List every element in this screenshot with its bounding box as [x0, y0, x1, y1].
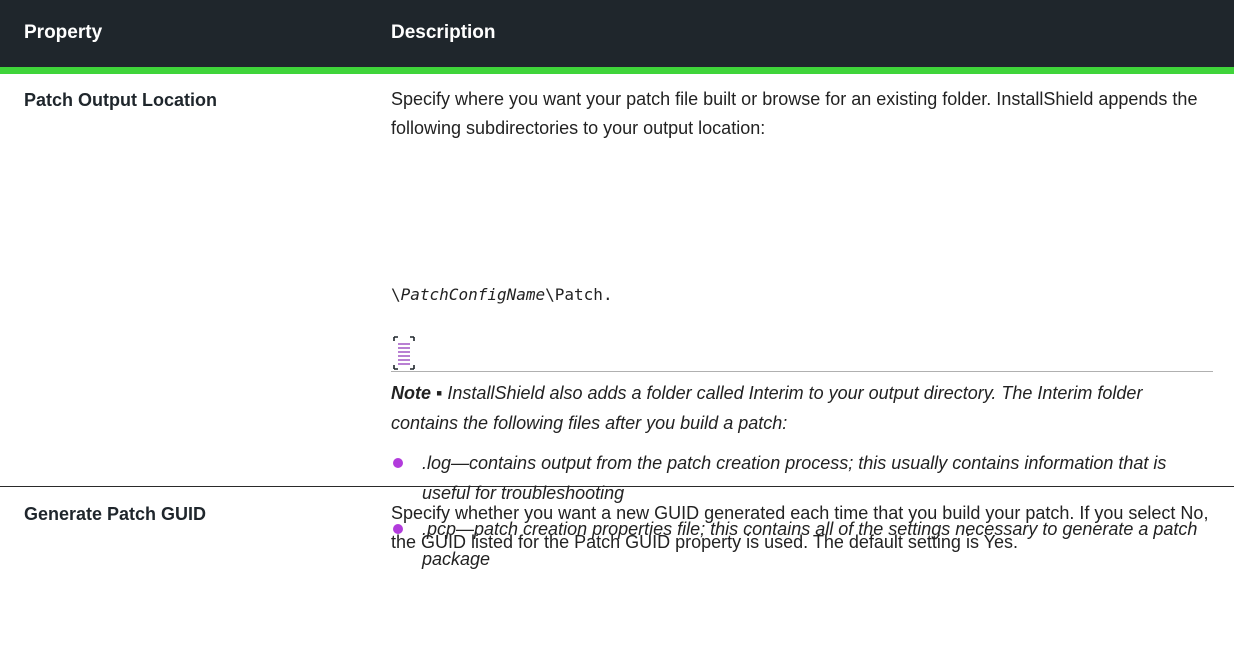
property-description: Specify whether you want a new GUID gene… [391, 503, 1209, 552]
output-path: \PatchConfigName\Patch. [391, 285, 613, 304]
bullet-icon [393, 458, 403, 468]
note-separator: ▪ [436, 383, 443, 403]
property-description: Specify where you want your patch file b… [391, 89, 1198, 138]
note-divider [391, 371, 1213, 372]
note-body: InstallShield also adds a folder called … [391, 383, 1143, 433]
note-label: Note [391, 383, 431, 403]
path-variable: PatchConfigName [400, 285, 546, 304]
note-text: Note ▪ InstallShield also adds a folder … [391, 378, 1213, 438]
table-row: Generate Patch GUID Specify whether you … [0, 487, 1234, 651]
property-name: Patch Output Location [24, 90, 217, 110]
table-header: Property Description [0, 0, 1234, 74]
path-suffix: \Patch. [545, 285, 613, 304]
property-name: Generate Patch GUID [24, 504, 207, 524]
column-header-property: Property [24, 22, 103, 43]
note-icon [393, 336, 415, 370]
path-prefix: \ [391, 285, 401, 304]
column-header-description: Description [391, 22, 496, 43]
